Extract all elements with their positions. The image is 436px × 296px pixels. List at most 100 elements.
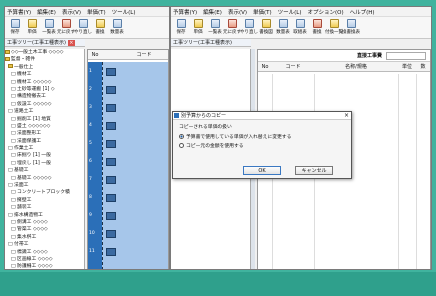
tree-item[interactable]: □ 集水桝工	[5, 234, 84, 241]
attach-list-button[interactable]: 付換一覧	[325, 18, 343, 35]
list-icon	[44, 19, 54, 28]
ok-button[interactable]: OK	[243, 166, 281, 175]
row-number: 11	[89, 249, 95, 254]
price-button[interactable]: 単価	[24, 18, 40, 35]
grid-title: 直接工事費	[356, 53, 382, 59]
menu-view[interactable]: 表示(V)	[62, 8, 81, 16]
menu-options[interactable]: オプション(O)	[308, 8, 344, 16]
tree-item[interactable]: □ 区画線工 ◇◇◇◇	[5, 256, 84, 263]
tree-pane-header: 工事ツリー(工事工種表示) ×	[5, 39, 85, 47]
row-button[interactable]	[106, 104, 116, 112]
tree-item[interactable]: □ 仮設工 ◇◇◇◇◇	[5, 101, 84, 108]
tree-item[interactable]: □ 機材工 ◇◇◇◇◇	[5, 79, 84, 86]
tree-item[interactable]: □ 床掘り [1] 一般	[5, 152, 84, 159]
tree-item[interactable]: □ 排水構造物工	[5, 212, 84, 219]
tree-item[interactable]: □ 舗装工	[5, 204, 84, 211]
menu-help[interactable]: ヘルプ(H)	[350, 8, 375, 16]
tree-item[interactable]: □ 構造物撤去工	[5, 93, 84, 100]
undo-button[interactable]: 元に戻す	[223, 18, 241, 35]
undo-button[interactable]: 元に戻す	[57, 18, 75, 35]
tree-item[interactable]: □ 標識工 ◇◇◇◇	[5, 249, 84, 256]
close-icon[interactable]: ×	[67, 39, 75, 46]
list-button[interactable]: 一覧表	[207, 18, 223, 35]
menu-edit[interactable]: 編集(E)	[37, 8, 56, 16]
quantity-button[interactable]: 数量表	[109, 18, 125, 35]
tree-item[interactable]: □ 土砂等運搬 [1] ◇	[5, 86, 84, 93]
tree-item[interactable]: □ コンクリートブロック積	[5, 189, 84, 196]
row-button[interactable]	[106, 230, 116, 238]
tree-item[interactable]: 監督・雑件	[5, 56, 84, 63]
save-button[interactable]: 保存	[173, 18, 189, 35]
menu-tools[interactable]: ツール(L)	[112, 8, 136, 16]
tree-item[interactable]: □ 法面工	[5, 182, 84, 189]
row-number: 3	[89, 105, 92, 110]
redo-button[interactable]: やり直し	[240, 18, 258, 35]
row-button[interactable]	[106, 68, 116, 76]
row-button[interactable]	[106, 248, 116, 256]
row-number: 5	[89, 141, 92, 146]
row-button[interactable]	[106, 140, 116, 148]
save-button[interactable]: 保存	[7, 18, 23, 35]
tree-item[interactable]: □ 管渠工 ◇◇◇◇	[5, 226, 84, 233]
save-icon	[176, 19, 186, 28]
left-menubar: 予算書(Y) 編集(E) 表示(V) 単価(T) ツール(L)	[5, 7, 169, 17]
menu-view[interactable]: 表示(V)	[228, 8, 247, 16]
folder-icon	[8, 64, 13, 69]
menu-price[interactable]: 単価(T)	[87, 8, 106, 16]
rewrite-figure-button[interactable]: 書換図	[258, 18, 274, 35]
tree-item[interactable]: □ 機材工	[5, 71, 84, 78]
left-toolbar: 保存 単価 一覧表 元に戻す やり直し 書換 数量表	[5, 17, 169, 39]
cancel-button[interactable]: キャンセル	[295, 166, 333, 175]
price-button[interactable]: 単価	[190, 18, 206, 35]
row-button[interactable]	[106, 86, 116, 94]
dialog-title: 別予算からのコピー	[181, 113, 227, 119]
table-icon	[295, 19, 305, 28]
tree-item[interactable]: ◇◇一般土木工事 ◇◇◇◇	[5, 49, 84, 56]
tree-item[interactable]: □ 側溝工 ◇◇◇◇	[5, 219, 84, 226]
tree-item[interactable]: □ 埋戻し [1] 一般	[5, 160, 84, 167]
row-button[interactable]	[106, 158, 116, 166]
row-button[interactable]	[106, 176, 116, 184]
tree-item[interactable]: □ 作業土工	[5, 145, 84, 152]
menu-file[interactable]: 予算書(Y)	[7, 8, 31, 16]
list-button[interactable]: 一覧表	[41, 18, 57, 35]
tree-item[interactable]: □ 盛土 ◇◇◇◇◇◇	[5, 123, 84, 130]
copy-dialog: 別予算からのコピー × コピーされる単価の扱い 予算書で使用している単価が入れ替…	[172, 111, 352, 179]
menu-edit[interactable]: 編集(E)	[203, 8, 222, 16]
price-icon	[193, 19, 203, 28]
radio-icon	[179, 143, 184, 148]
tree-item[interactable]: □ 基礎工 ◇◇◇◇◇	[5, 175, 84, 182]
summary-button[interactable]: 取組表	[292, 18, 308, 35]
project-tree[interactable]: ◇◇一般土木工事 ◇◇◇◇ 監督・雑件 一般仕上 □ 機材工 □ 機材工 ◇◇◇…	[5, 49, 85, 269]
tree-item[interactable]: □ 付帯工	[5, 241, 84, 248]
tree-item[interactable]: □ 基礎工	[5, 167, 84, 174]
menu-tools[interactable]: ツール(L)	[278, 8, 302, 16]
quantity-icon	[112, 19, 122, 28]
quantity-button[interactable]: 数量表	[275, 18, 291, 35]
tree-item[interactable]: □ 掘削工 [1] 地質	[5, 116, 84, 123]
close-icon[interactable]: ×	[344, 112, 349, 120]
rewrite-button[interactable]: 書換	[309, 18, 325, 35]
desktop-bottom-band	[0, 272, 436, 296]
row-number: 8	[89, 195, 92, 200]
left-grid-body[interactable]: 1 2 3 4 5 6 7 8 9 10 11	[88, 62, 168, 269]
tree-item[interactable]: □ 擁壁工	[5, 197, 84, 204]
tree-item[interactable]: □ 防護柵工 ◇◇◇◇	[5, 263, 84, 269]
redo-button[interactable]: やり直し	[74, 18, 92, 35]
title-input[interactable]	[386, 51, 426, 60]
row-button[interactable]	[106, 194, 116, 202]
row-button[interactable]	[106, 122, 116, 130]
tree-item[interactable]: □ 法面保護工	[5, 138, 84, 145]
tree-item[interactable]: □ 道路土工	[5, 108, 84, 115]
app-icon	[174, 113, 179, 118]
option-keep-prices[interactable]: 予算書で使用している単価が入れ替えに変更する	[179, 133, 345, 140]
row-button[interactable]	[106, 212, 116, 220]
menu-file[interactable]: 予算書(Y)	[173, 8, 197, 16]
tree-item[interactable]: 一般仕上	[5, 64, 84, 71]
tree-item[interactable]: □ 法面整形工	[5, 130, 84, 137]
menu-price[interactable]: 単価(T)	[253, 8, 272, 16]
grid-title-bar: 直接工事費	[258, 50, 430, 62]
rewrite-button[interactable]: 書換	[92, 18, 108, 35]
replace-table-button[interactable]: 換書換表	[342, 18, 360, 35]
option-use-source-prices[interactable]: コピー元の金額を使用する	[179, 142, 345, 149]
